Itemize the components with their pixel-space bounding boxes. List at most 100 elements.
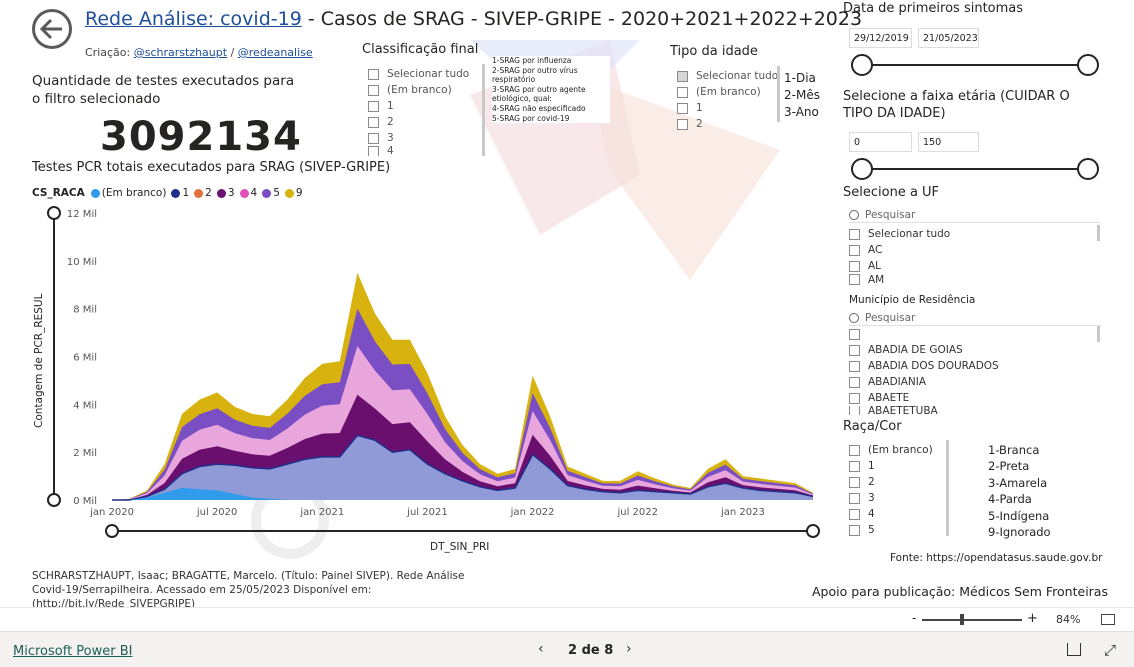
checkbox[interactable] [368, 84, 379, 96]
checkbox[interactable] [368, 132, 379, 144]
checkbox[interactable] [849, 228, 860, 240]
raca-scrollbar[interactable] [946, 440, 949, 536]
checkbox[interactable] [368, 116, 379, 128]
municipio-search[interactable]: Pesquisar [849, 310, 1101, 326]
raca-item[interactable]: (Em branco) [849, 442, 933, 458]
date-slider-end-handle[interactable] [1077, 54, 1099, 76]
classification-item[interactable]: 1 [368, 98, 469, 114]
checkbox[interactable] [368, 146, 379, 156]
date-from-input[interactable]: 29/12/2019 [849, 28, 912, 48]
share-icon[interactable] [1067, 643, 1081, 656]
date-slider-start-handle[interactable] [851, 54, 873, 76]
legend-swatch [194, 188, 204, 198]
uf-search[interactable]: Pesquisar [849, 207, 1101, 223]
classification-item[interactable]: 3 [368, 130, 469, 146]
checkbox[interactable] [849, 524, 860, 536]
checkbox[interactable] [849, 360, 860, 372]
checkbox[interactable] [849, 244, 860, 256]
checkbox[interactable] [849, 328, 860, 340]
next-page-button[interactable]: › [626, 641, 632, 657]
date-slider-track[interactable] [862, 64, 1088, 66]
citation-text: SCHRARSTZHAUPT, Isaac; BRAGATTE, Marcelo… [32, 570, 465, 610]
checkbox[interactable] [849, 508, 860, 520]
fullscreen-icon[interactable]: ⤢ [1104, 641, 1116, 659]
age-type-item[interactable]: 2 [677, 116, 778, 132]
checkbox[interactable] [849, 392, 860, 404]
raca-item[interactable]: 2 [849, 474, 933, 490]
checkbox[interactable] [677, 102, 688, 114]
checkbox[interactable] [849, 406, 860, 415]
checkbox[interactable] [849, 476, 860, 488]
municipio-item[interactable]: ABADIA DE GOIAS [849, 342, 999, 358]
previous-page-button[interactable]: ‹ [538, 641, 544, 657]
item-label: 3 [868, 492, 875, 504]
credits-link-rede[interactable]: @redeanalise [238, 46, 313, 59]
uf-item[interactable]: AL [849, 258, 950, 274]
checkbox[interactable] [849, 492, 860, 504]
legend-item[interactable]: 5 [262, 187, 280, 199]
legend-item[interactable]: 9 [284, 187, 303, 199]
age-slider-start-handle[interactable] [851, 158, 873, 180]
age-type-item[interactable]: 1 [677, 100, 778, 116]
raca-item[interactable]: 3 [849, 490, 933, 506]
uf-item[interactable]: AM [849, 274, 950, 285]
age-type-scrollbar[interactable] [777, 66, 780, 122]
municipio-item[interactable]: ABADIANIA [849, 374, 999, 390]
zoom-out-button[interactable]: - [912, 611, 916, 625]
item-label: Selecionar tudo [696, 70, 779, 82]
legend-item[interactable]: 1 [171, 187, 189, 199]
uf-item[interactable]: AC [849, 242, 950, 258]
title-link[interactable]: Rede Análise: covid-19 [85, 8, 302, 30]
uf-scrollbar[interactable] [1097, 225, 1100, 241]
credits-link-author[interactable]: @schrarstzhaupt [134, 46, 227, 59]
age-type-item[interactable]: Selecionar tudo [677, 68, 778, 84]
powerbi-link[interactable]: Microsoft Power BI [13, 644, 132, 659]
zoom-slider[interactable] [922, 619, 1022, 621]
checkbox[interactable] [368, 68, 379, 80]
checkbox[interactable] [849, 444, 860, 456]
checkbox[interactable] [677, 86, 688, 98]
legend-item[interactable]: 3 [216, 187, 235, 199]
legend-item[interactable]: (Em branco) [90, 187, 166, 199]
classification-scrollbar[interactable] [482, 64, 485, 156]
legend-item[interactable]: 2 [194, 187, 212, 199]
classification-item[interactable]: (Em branco) [368, 82, 469, 98]
x-tick-label: jan 2023 [720, 507, 765, 518]
checkbox[interactable] [849, 274, 860, 285]
fit-to-page-icon[interactable] [1101, 614, 1115, 625]
checkbox[interactable] [849, 260, 860, 272]
municipio-item[interactable]: ABAETE [849, 390, 999, 406]
age-to-input[interactable]: 150 [918, 132, 979, 152]
uf-list: Selecionar tudo AC AL AM [849, 226, 950, 285]
classification-list: Selecionar tudo (Em branco) 1 2 3 4 [368, 66, 469, 156]
municipio-scrollbar[interactable] [1097, 326, 1100, 342]
age-slider-end-handle[interactable] [1077, 158, 1099, 180]
classification-item[interactable]: Selecionar tudo [368, 66, 469, 82]
checkbox[interactable] [849, 344, 860, 356]
classification-item[interactable]: 4 [368, 146, 469, 156]
area-chart[interactable]: 0 Mil 2 Mil 4 Mil 6 Mil 8 Mil 10 Mil 12 Mil jan… [0, 200, 830, 545]
checkbox[interactable] [677, 70, 688, 82]
item-label: 3 [387, 132, 394, 144]
date-to-input[interactable]: 21/05/2023 [918, 28, 979, 48]
raca-item[interactable]: 1 [849, 458, 933, 474]
age-slider-track[interactable] [862, 168, 1088, 170]
age-type-item[interactable]: (Em branco) [677, 84, 778, 100]
checkbox[interactable] [849, 460, 860, 472]
checkbox[interactable] [677, 118, 688, 130]
zoom-slider-thumb[interactable] [960, 614, 964, 625]
back-button[interactable] [32, 9, 72, 49]
municipio-item[interactable]: ABAETETUBA [849, 406, 999, 415]
municipio-item[interactable] [849, 326, 999, 342]
code-line: 1-Branca [988, 443, 1040, 457]
zoom-in-button[interactable]: + [1027, 611, 1038, 626]
municipio-item[interactable]: ABADIA DOS DOURADOS [849, 358, 999, 374]
legend-item[interactable]: 4 [239, 187, 257, 199]
uf-item[interactable]: Selecionar tudo [849, 226, 950, 242]
age-from-input[interactable]: 0 [849, 132, 912, 152]
checkbox[interactable] [849, 376, 860, 388]
classification-item[interactable]: 2 [368, 114, 469, 130]
checkbox[interactable] [368, 100, 379, 112]
raca-item[interactable]: 4 [849, 506, 933, 522]
raca-item[interactable]: 5 [849, 522, 933, 538]
